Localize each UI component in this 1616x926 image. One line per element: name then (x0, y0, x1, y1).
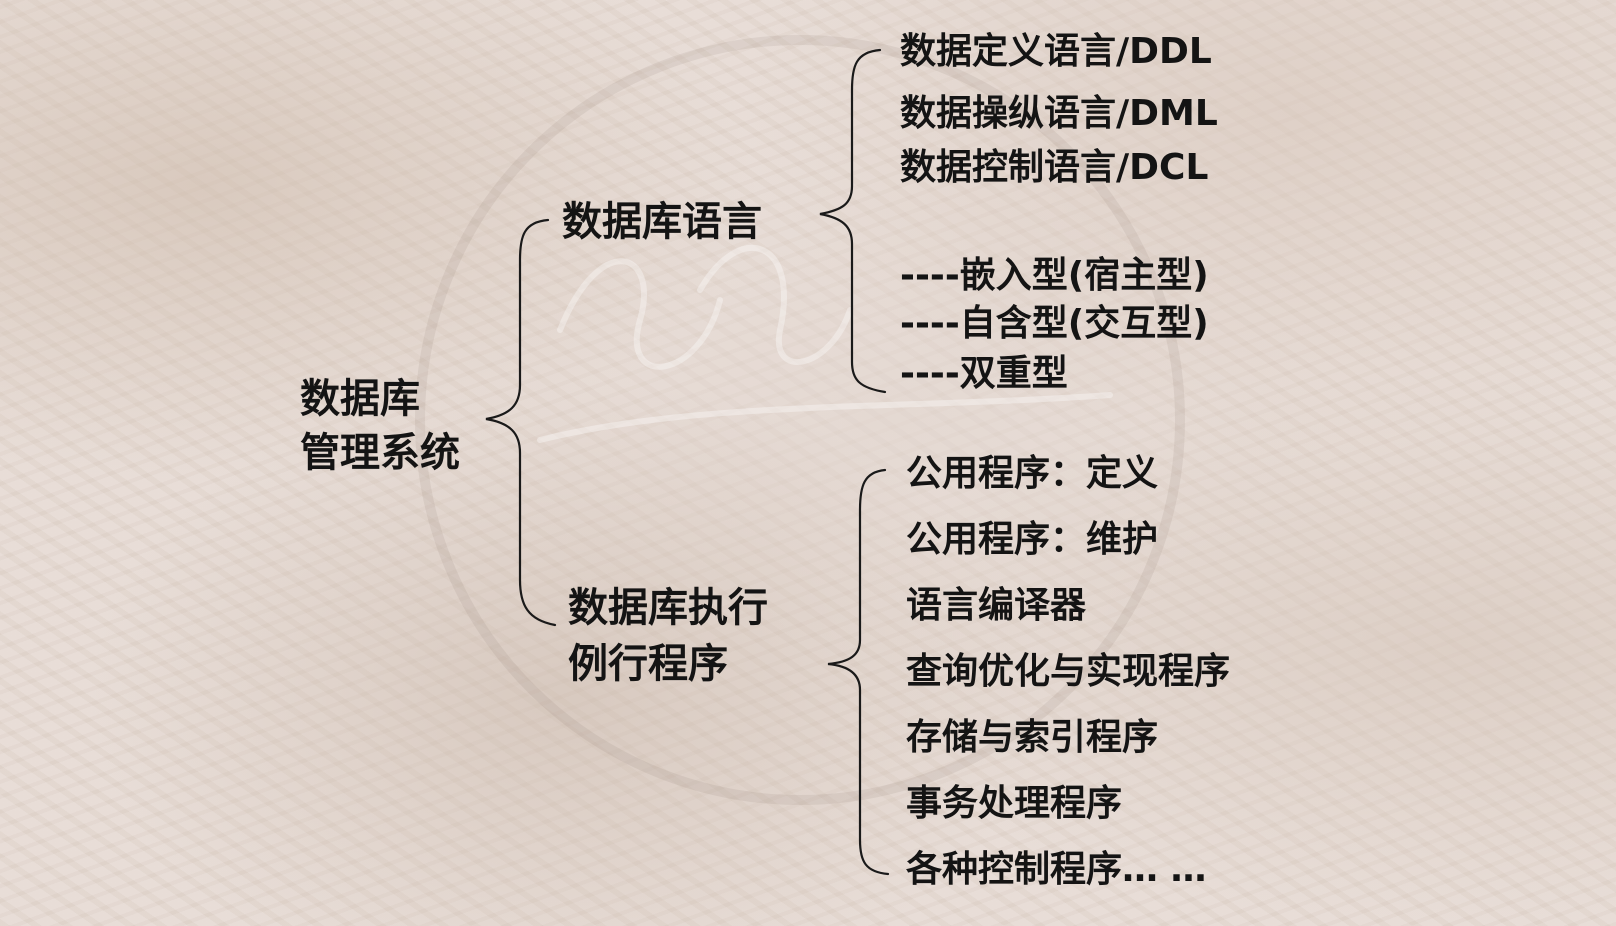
leaf-query-optimization: 查询优化与实现程序 (906, 651, 1231, 692)
bracket-connectors (485, 48, 890, 876)
leaf-utility-define: 公用程序：定义 (906, 453, 1159, 494)
leaf-ddl: 数据定义语言/DDL (900, 31, 1212, 72)
leaf-dml: 数据操纵语言/DML (900, 93, 1218, 134)
leaf-transaction: 事务处理程序 (906, 783, 1123, 824)
root-label-line-2: 管理系统 (300, 430, 460, 476)
root-bracket (485, 218, 557, 627)
leaf-utility-maintain: 公用程序：维护 (906, 519, 1159, 560)
routines-bracket (827, 468, 890, 876)
root-label-line-1: 数据库 (300, 376, 420, 422)
branch-routines-line-2: 例行程序 (568, 641, 728, 687)
root-node: 数据库 管理系统 (300, 372, 460, 480)
leaf-control-programs: 各种控制程序… … (906, 849, 1207, 890)
branch-database-routines: 数据库执行 例行程序 (568, 580, 768, 692)
branch-routines-line-1: 数据库执行 (568, 585, 768, 631)
language-bracket (819, 48, 887, 394)
leaf-self-contained-type: ----自含型(交互型) (900, 303, 1209, 344)
leaf-language-compiler: 语言编译器 (906, 585, 1087, 626)
diagram-canvas: 数据库 管理系统 数据库语言 数据库执行 例行程序 数据定义语言/DDL 数据操… (0, 0, 1616, 926)
leaf-dual-type: ----双重型 (900, 353, 1068, 394)
leaf-embedded-type: ----嵌入型(宿主型) (900, 255, 1209, 296)
leaf-dcl: 数据控制语言/DCL (900, 147, 1209, 188)
branch-database-language: 数据库语言 (562, 199, 762, 245)
leaf-storage-index: 存储与索引程序 (906, 717, 1159, 758)
